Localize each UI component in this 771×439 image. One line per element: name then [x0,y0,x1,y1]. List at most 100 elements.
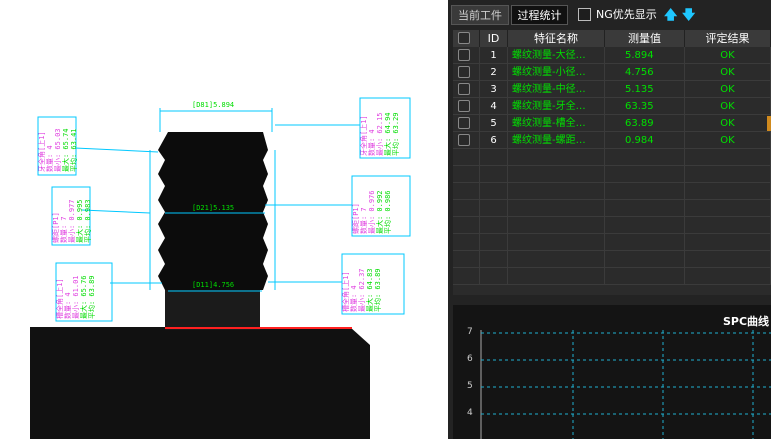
header-id[interactable]: ID [480,30,508,47]
svg-text:数量: 4: 数量: 4 [63,292,72,319]
table-row[interactable]: 2 螺纹测量-小径… 4.756 OK [453,64,771,81]
empty-cell[interactable] [453,251,480,268]
empty-cell [480,200,508,217]
svg-text:最大: 0.995: 最大: 0.995 [75,199,84,243]
stat-box-right-2: 螺距[P1] 数量: 7 最小: 0.976 最大: 0.992 平均: 0.9… [351,175,411,237]
row-select-cell[interactable] [453,132,480,149]
table-row[interactable] [453,149,771,166]
row-feature-name: 螺纹测量-牙全… [508,98,605,115]
stat-box-right-3: 槽全角[上1] 数量: 4 最小: 62.37 最大: 64.83 平均: 63… [341,253,405,315]
row-select-cell[interactable] [453,98,480,115]
svg-text:最大: 64.94: 最大: 64.94 [383,112,392,156]
svg-text:螺距[P1]: 螺距[P1] [51,212,60,243]
ng-first-checkbox[interactable] [578,8,591,21]
row-measured-value: 5.894 [605,47,685,64]
tab-current-part[interactable]: 当前工件 [451,5,509,25]
empty-cell [508,268,605,285]
part-neck [165,290,260,330]
empty-cell [480,268,508,285]
row-select-cell[interactable] [453,64,480,81]
table-row[interactable]: 5 螺纹测量-槽全… 63.89 OK [453,115,771,132]
svg-text:平均: 63.29: 平均: 63.29 [391,112,400,156]
table-row[interactable] [453,200,771,217]
row-id: 2 [480,64,508,81]
arrow-down-icon[interactable]: 🡇 [682,6,695,28]
table-row[interactable]: 3 螺纹测量-中径… 5.135 OK [453,81,771,98]
svg-text:牙全角[上1]: 牙全角[上1] [359,115,368,156]
svg-text:数量: 4: 数量: 4 [45,145,54,172]
empty-cell[interactable] [453,183,480,200]
svg-text:数量: 7: 数量: 7 [59,216,68,243]
row-checkbox[interactable] [458,83,470,95]
empty-cell[interactable] [453,234,480,251]
empty-cell [480,183,508,200]
header-select[interactable] [453,30,480,47]
empty-cell [508,149,605,166]
table-row[interactable] [453,183,771,200]
empty-cell [508,251,605,268]
empty-cell[interactable] [453,268,480,285]
empty-cell [508,234,605,251]
row-id: 1 [480,47,508,64]
empty-cell[interactable] [453,200,480,217]
dim-label-mid: [D21]5.135 [192,204,234,212]
empty-cell [605,200,685,217]
empty-cell [508,166,605,183]
empty-cell [685,200,771,217]
row-select-cell[interactable] [453,81,480,98]
row-checkbox[interactable] [458,49,470,61]
header-measured-value[interactable]: 测量值 [605,30,685,47]
spc-title: SPC曲线 [723,315,770,328]
arrow-up-icon[interactable]: 🡅 [664,6,677,28]
table-row[interactable]: 1 螺纹测量-大径… 5.894 OK [453,47,771,64]
svg-text:平均: 0.986: 平均: 0.986 [383,190,392,234]
header-feature-name[interactable]: 特征名称 [508,30,605,47]
empty-cell [480,251,508,268]
svg-text:平均: 63.89: 平均: 63.89 [87,275,96,319]
svg-text:最小: 62.15: 最小: 62.15 [375,112,384,156]
table-row[interactable] [453,166,771,183]
row-highlight-marker [767,116,771,131]
empty-cell[interactable] [453,166,480,183]
row-result: OK [685,64,771,81]
svg-text:牙全角[上1]: 牙全角[上1] [37,131,46,172]
row-checkbox[interactable] [458,117,470,129]
row-select-cell[interactable] [453,115,480,132]
y-tick: 7 [467,327,473,337]
select-all-checkbox[interactable] [458,32,470,44]
row-feature-name: 螺纹测量-螺距… [508,132,605,149]
table-row[interactable]: 6 螺纹测量-螺距… 0.984 OK [453,132,771,149]
row-checkbox[interactable] [458,134,470,146]
table-row[interactable] [453,234,771,251]
y-tick: 5 [467,381,473,391]
tab-process-stats[interactable]: 过程统计 [511,5,568,25]
row-result: OK [685,132,771,149]
results-panel: 当前工件 过程统计 NG优先显示 🡅 🡇 ID 特征名称 测量值 评定结果 1螺… [448,0,771,439]
svg-text:最大: 65.74: 最大: 65.74 [61,128,70,172]
table-row[interactable] [453,217,771,234]
empty-cell [685,251,771,268]
empty-cell [605,149,685,166]
empty-cell[interactable] [453,217,480,234]
svg-text:最小: 0.976: 最小: 0.976 [367,190,376,234]
empty-cell[interactable] [453,149,480,166]
empty-cell [480,217,508,234]
row-checkbox[interactable] [458,100,470,112]
table-row[interactable] [453,268,771,285]
dim-label-top: [D81]5.894 [192,101,234,109]
table-row[interactable] [453,251,771,268]
svg-text:数量: 4: 数量: 4 [367,129,376,156]
stat-box-left-2: 螺距[P1] 数量: 7 最小: 0.977 最大: 0.995 平均: 0.9… [51,186,92,246]
row-id: 4 [480,98,508,115]
y-tick: 4 [467,408,473,418]
row-checkbox[interactable] [458,66,470,78]
row-measured-value: 63.89 [605,115,685,132]
camera-image-panel[interactable]: [D81]5.894 [D21]5.135 [D11]4.756 牙全角[上1]… [0,0,448,439]
row-select-cell[interactable] [453,47,480,64]
row-result: OK [685,47,771,64]
table-row[interactable]: 4 螺纹测量-牙全… 63.35 OK [453,98,771,115]
header-result[interactable]: 评定结果 [685,30,771,47]
ng-first-label: NG优先显示 [596,8,657,21]
spc-chart: SPC曲线 7 6 5 4 [453,305,771,439]
dim-label-bottom: [D11]4.756 [192,281,234,289]
